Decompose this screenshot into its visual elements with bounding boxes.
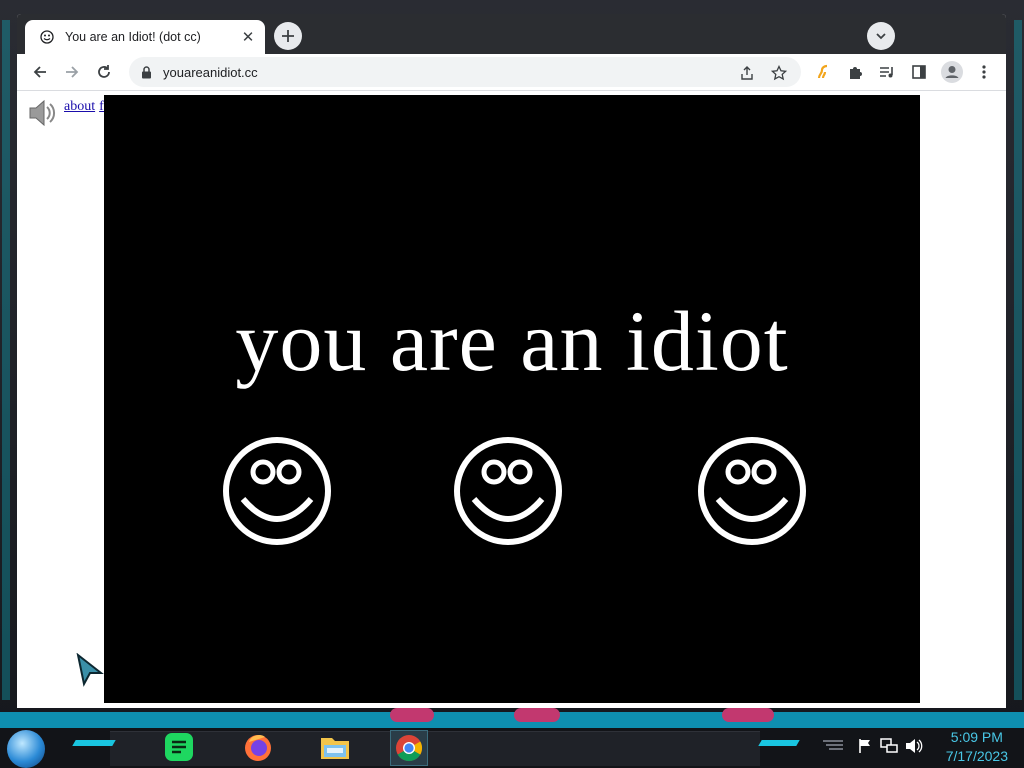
puzzle-icon (850, 67, 862, 79)
extensions-menu-button[interactable] (841, 58, 869, 86)
spotify-icon (165, 733, 193, 761)
desktop-decoration-left (2, 20, 10, 700)
browser-tab[interactable]: You are an Idiot! (dot cc) ✕ (25, 20, 265, 54)
plus-icon (282, 30, 294, 42)
url-text: youareanidiot.cc (163, 64, 258, 80)
media-icon (880, 67, 893, 78)
desktop-decoration-right (1014, 20, 1022, 700)
about-link[interactable]: about (64, 99, 95, 114)
reload-button[interactable] (90, 58, 118, 86)
lock-icon[interactable] (139, 65, 153, 79)
desktop-decoration (514, 708, 560, 722)
share-icon (741, 66, 753, 80)
taskbar-decoration (758, 740, 800, 746)
media-button[interactable] (873, 58, 901, 86)
start-button[interactable] (7, 730, 45, 768)
new-tab-button[interactable] (274, 22, 302, 50)
taskbar-app-file-explorer[interactable] (317, 730, 353, 764)
menu-icon (982, 65, 986, 79)
chrome-icon (396, 735, 423, 762)
tray-volume[interactable] (905, 738, 923, 754)
share-button[interactable] (733, 59, 761, 87)
tab-search-button[interactable] (867, 22, 895, 50)
smiley-face-icon (454, 437, 562, 545)
profile-button[interactable] (938, 58, 966, 86)
smiley-icon (39, 29, 55, 45)
tray-flag[interactable] (857, 738, 873, 754)
taskbar-plate (110, 731, 760, 766)
tab-title: You are an Idiot! (dot cc) (65, 30, 201, 44)
web-page: aboutflash you are an idiot (17, 91, 1006, 708)
smiley-face-icon (223, 437, 331, 545)
sidepanel-icon (912, 65, 926, 79)
volume-icon (906, 739, 923, 753)
browser-window: You are an Idiot! (dot cc) ✕ youareanidi… (17, 14, 1006, 708)
speaker-icon[interactable] (26, 97, 58, 129)
address-bar[interactable]: youareanidiot.cc (129, 57, 801, 87)
side-panel-button[interactable] (905, 58, 933, 86)
taskbar-app-spotify[interactable] (161, 730, 197, 764)
forward-icon (66, 66, 79, 78)
headline-text: you are an idiot (235, 293, 789, 389)
mouse-cursor-icon (76, 653, 104, 687)
desktop-decoration (390, 708, 434, 722)
profile-icon (941, 61, 963, 83)
clock-date: 7/17/2023 (945, 748, 1008, 764)
close-tab-icon[interactable]: ✕ (239, 28, 257, 46)
network-icon (880, 738, 898, 753)
back-button[interactable] (26, 58, 54, 86)
flash-stage[interactable]: you are an idiot (104, 95, 920, 703)
extension-button[interactable] (809, 58, 837, 86)
taskbar-app-firefox[interactable] (240, 730, 276, 764)
chevron-down-icon (876, 33, 886, 40)
taskbar-decoration (72, 740, 116, 746)
firefox-icon (245, 734, 271, 761)
star-icon (771, 65, 787, 81)
taskbar-app-chrome[interactable] (390, 730, 428, 766)
chrome-menu-button[interactable] (970, 58, 998, 86)
system-tray (822, 738, 844, 752)
taskbar-clock[interactable]: 5:09 PM 7/17/2023 (946, 728, 1008, 766)
clock-time: 5:09 PM (950, 729, 1003, 745)
action-center-flag-icon (859, 739, 870, 753)
reload-icon (98, 65, 110, 78)
show-hidden-icons-icon[interactable] (822, 738, 844, 752)
back-icon (33, 66, 46, 78)
tray-network[interactable] (880, 738, 898, 754)
tab-strip: You are an Idiot! (dot cc) ✕ (17, 14, 1006, 54)
smiley-face-icon (698, 437, 806, 545)
desktop-decoration (722, 708, 774, 722)
forward-button[interactable] (58, 58, 86, 86)
extension-icon (817, 64, 828, 79)
browser-toolbar: youareanidiot.cc (17, 54, 1006, 91)
bookmark-star-button[interactable] (765, 59, 793, 87)
file-explorer-icon (321, 738, 349, 759)
